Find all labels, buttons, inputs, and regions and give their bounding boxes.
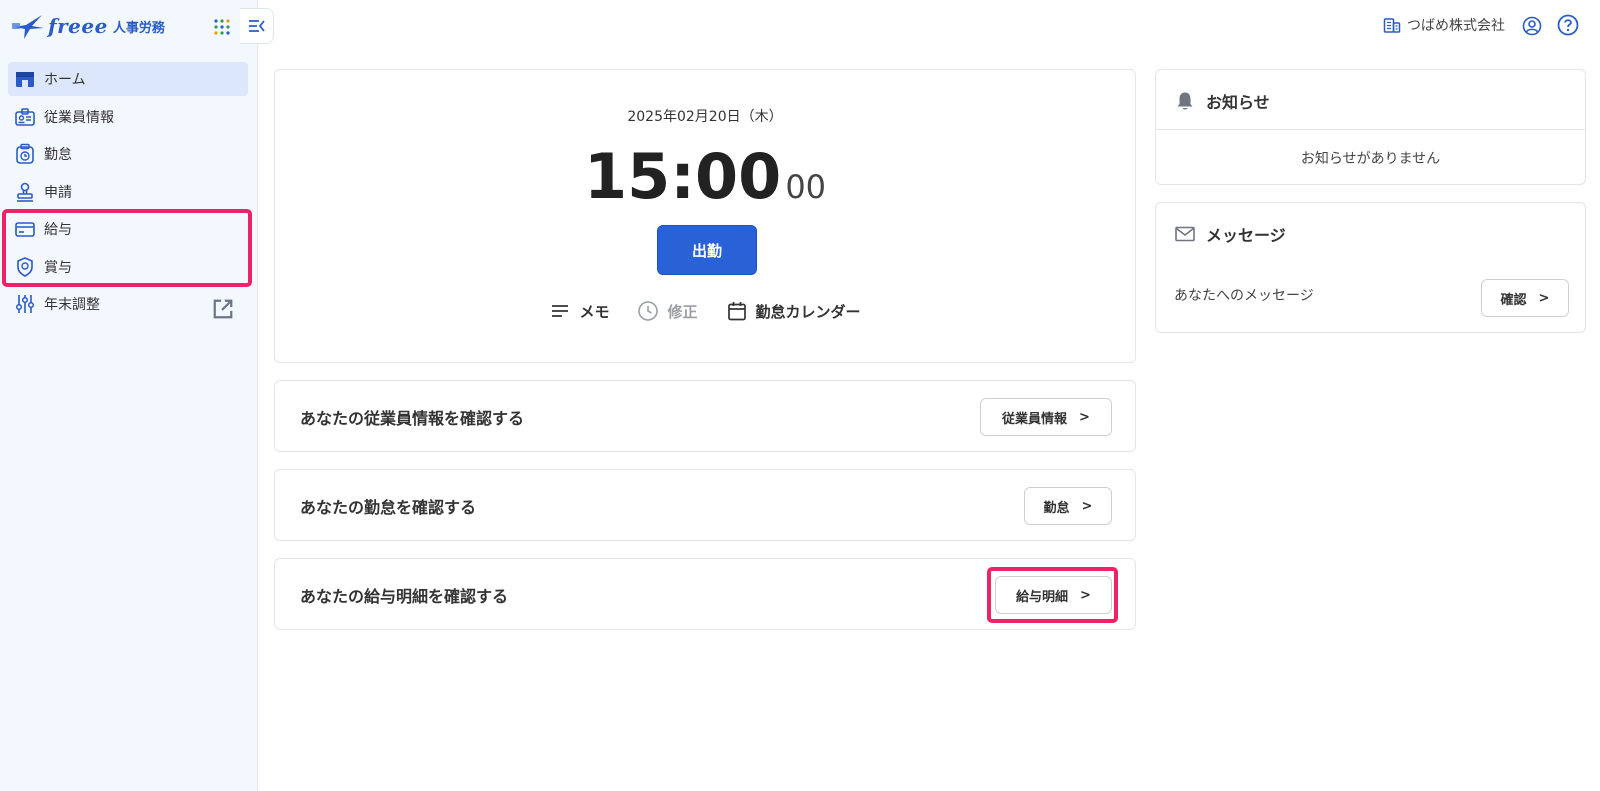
stamp-icon bbox=[17, 182, 33, 202]
help-icon[interactable] bbox=[1557, 14, 1579, 36]
logo-product: 人事労務 bbox=[112, 20, 165, 36]
messages-panel: メッセージ あなたへのメッセージ 確認 > bbox=[1155, 202, 1586, 333]
sidebar-item-label: 勤怠 bbox=[44, 147, 72, 163]
payslip-highlight-frame bbox=[987, 567, 1118, 623]
mail-icon bbox=[1175, 226, 1195, 242]
sidebar-item-request[interactable]: 申請 bbox=[8, 175, 248, 209]
logo-brand: freee bbox=[48, 14, 108, 38]
clock-in-button[interactable]: 出勤 bbox=[657, 225, 757, 275]
chevron-right-icon: > bbox=[1538, 290, 1550, 306]
employee-info-row: あなたの従業員情報を確認する 従業員情報 > bbox=[274, 380, 1136, 452]
clock-date: 2025年02月20日（木） bbox=[627, 109, 783, 125]
sidebar-item-employee[interactable]: 従業員情報 bbox=[8, 100, 248, 134]
bell-icon bbox=[1177, 92, 1193, 110]
sidebar-item-label: 申請 bbox=[44, 184, 72, 201]
row-text: あなたの給与明細を確認する bbox=[300, 587, 509, 606]
notices-header: お知らせ bbox=[1174, 86, 1270, 116]
attendance-calendar-button[interactable]: 勤怠カレンダー bbox=[726, 300, 861, 322]
chevron-right-icon: > bbox=[1081, 498, 1093, 514]
time-clock-card: 2025年02月20日（木） 15:00 00 出勤 メモ 修正 勤怠カレンダー bbox=[274, 69, 1136, 363]
clock-hours-minutes: 15:00 bbox=[583, 140, 782, 213]
row-text: あなたの従業員情報を確認する bbox=[300, 409, 525, 428]
company-name: つばめ株式会社 bbox=[1407, 18, 1505, 34]
clock-seconds: 00 bbox=[785, 168, 827, 206]
attendance-row: あなたの勤怠を確認する 勤怠 > bbox=[274, 469, 1136, 541]
calendar-icon bbox=[727, 302, 746, 321]
confirm-messages-button[interactable]: 確認 > bbox=[1481, 279, 1569, 317]
attendance-calendar-label: 勤怠カレンダー bbox=[755, 302, 861, 321]
employee-card-icon bbox=[15, 107, 35, 126]
messages-title: メッセージ bbox=[1206, 226, 1286, 245]
correction-label: 修正 bbox=[667, 302, 698, 321]
sidebar: freee 人事労務 ホーム 従業員情報 勤怠 申請 給与 賞与 年末調整 bbox=[0, 0, 274, 791]
memo-button[interactable]: メモ bbox=[549, 300, 609, 322]
messages-text: あなたへのメッセージ bbox=[1174, 288, 1314, 304]
clock-actions: メモ 修正 勤怠カレンダー bbox=[275, 300, 1135, 322]
timecard-icon bbox=[16, 143, 34, 164]
sidebar-highlight-frame bbox=[2, 209, 252, 287]
memo-lines-icon bbox=[552, 305, 569, 317]
attendance-button[interactable]: 勤怠 > bbox=[1024, 487, 1112, 525]
employee-info-button[interactable]: 従業員情報 > bbox=[980, 398, 1112, 436]
clock-icon bbox=[638, 301, 659, 321]
collapse-menu-icon bbox=[248, 20, 265, 32]
swallow-logo-icon bbox=[12, 15, 44, 39]
company-switcher[interactable]: つばめ株式会社 bbox=[1383, 14, 1505, 36]
sidebar-item-label: ホーム bbox=[44, 72, 86, 88]
clock-time: 15:00 00 bbox=[275, 140, 1135, 213]
notices-panel: お知らせ お知らせがありません bbox=[1155, 69, 1586, 185]
button-label: 確認 bbox=[1500, 292, 1527, 308]
notices-title: お知らせ bbox=[1206, 93, 1270, 112]
button-label: 従業員情報 bbox=[1002, 411, 1068, 427]
user-account-icon[interactable] bbox=[1522, 16, 1542, 36]
button-label: 勤怠 bbox=[1043, 500, 1070, 516]
correction-button[interactable]: 修正 bbox=[637, 300, 698, 322]
notices-empty-text: お知らせがありません bbox=[1300, 151, 1441, 167]
chevron-right-icon: > bbox=[1079, 409, 1090, 425]
messages-header: メッセージ bbox=[1174, 219, 1286, 249]
memo-label: メモ bbox=[579, 302, 610, 321]
sidebar-item-home[interactable]: ホーム bbox=[8, 62, 248, 96]
home-icon bbox=[16, 72, 34, 87]
external-link-icon bbox=[213, 299, 233, 319]
apps-grid-icon[interactable] bbox=[214, 19, 230, 35]
sliders-icon bbox=[15, 295, 35, 313]
building-icon bbox=[1383, 18, 1401, 33]
sidebar-item-label: 従業員情報 bbox=[44, 109, 114, 126]
sidebar-collapse-button[interactable] bbox=[240, 8, 274, 44]
row-text: あなたの勤怠を確認する bbox=[300, 498, 477, 517]
sidebar-item-year-end[interactable]: 年末調整 bbox=[8, 287, 248, 321]
sidebar-item-attendance[interactable]: 勤怠 bbox=[8, 137, 248, 171]
sidebar-item-label: 年末調整 bbox=[44, 297, 100, 313]
